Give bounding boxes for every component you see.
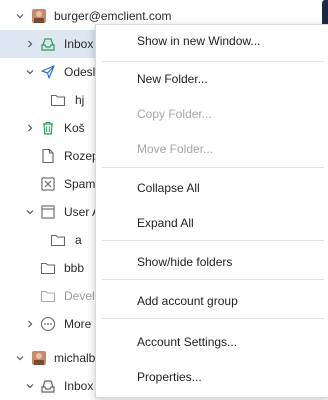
folder-label: Odesl	[64, 65, 96, 79]
chevron-down-icon[interactable]	[24, 206, 36, 218]
context-menu: Show in new Window... New Folder... Copy…	[95, 24, 328, 398]
menu-item-label: Show/hide folders	[137, 255, 233, 269]
chevron-right-icon[interactable]	[24, 38, 36, 50]
folder-icon	[40, 288, 56, 304]
folder-label: hj	[75, 93, 85, 107]
menu-item-label: Move Folder...	[137, 142, 214, 156]
archive-icon	[40, 204, 56, 220]
inbox-icon	[40, 378, 56, 394]
menu-item-label: Properties...	[137, 370, 202, 384]
menu-separator	[102, 167, 324, 168]
menu-item-account-settings[interactable]: Account Settings...	[96, 330, 328, 354]
folder-label: Inbox	[64, 37, 94, 51]
chevron-down-icon[interactable]	[14, 10, 26, 22]
spam-icon	[40, 176, 56, 192]
chevron-right-icon[interactable]	[24, 122, 36, 134]
menu-item-show-hide-folders[interactable]: Show/hide folders	[96, 250, 328, 274]
folder-label: More	[64, 317, 92, 331]
menu-item-show-new-window[interactable]: Show in new Window...	[96, 29, 328, 53]
menu-item-label: Account Settings...	[137, 335, 238, 349]
menu-separator	[102, 279, 324, 280]
menu-item-expand-all[interactable]: Expand All	[96, 211, 328, 235]
folder-label: Inbox	[64, 379, 94, 393]
menu-item-label: Show in new Window...	[137, 34, 261, 48]
menu-item-label: Collapse All	[137, 181, 200, 195]
menu-item-collapse-all[interactable]: Collapse All	[96, 176, 328, 200]
chevron-down-icon[interactable]	[14, 352, 26, 364]
menu-item-properties[interactable]: Properties...	[96, 365, 328, 389]
account-name: burger@emclient.com	[54, 9, 172, 23]
send-icon	[40, 64, 56, 80]
menu-item-new-folder[interactable]: New Folder...	[96, 67, 328, 91]
inbox-icon	[40, 36, 56, 52]
folder-label: Spam	[64, 177, 96, 191]
avatar	[32, 9, 46, 23]
folder-icon	[50, 92, 66, 108]
more-icon	[40, 316, 56, 332]
menu-item-label: New Folder...	[137, 72, 208, 86]
folder-icon	[40, 260, 56, 276]
account-name: michalb	[54, 351, 96, 365]
menu-item-move-folder: Move Folder...	[96, 137, 328, 161]
folder-label: a	[75, 233, 82, 247]
menu-item-label: Copy Folder...	[137, 107, 212, 121]
chevron-right-icon[interactable]	[24, 318, 36, 330]
menu-item-add-account-group[interactable]: Add account group	[96, 289, 328, 313]
menu-item-copy-folder: Copy Folder...	[96, 102, 328, 126]
folder-label: Rozep	[64, 149, 99, 163]
folder-label: Koš	[64, 121, 85, 135]
chevron-down-icon[interactable]	[24, 66, 36, 78]
menu-item-label: Add account group	[137, 294, 238, 308]
menu-item-label: Expand All	[137, 216, 194, 230]
avatar	[32, 351, 46, 365]
menu-separator	[102, 318, 324, 319]
folder-label: bbb	[64, 261, 85, 275]
menu-separator	[102, 61, 324, 62]
trash-icon	[40, 120, 56, 136]
folder-icon	[50, 232, 66, 248]
chevron-down-icon[interactable]	[24, 380, 36, 392]
menu-separator	[102, 240, 324, 241]
draft-icon	[40, 148, 56, 164]
folder-label: Devel	[64, 289, 95, 303]
